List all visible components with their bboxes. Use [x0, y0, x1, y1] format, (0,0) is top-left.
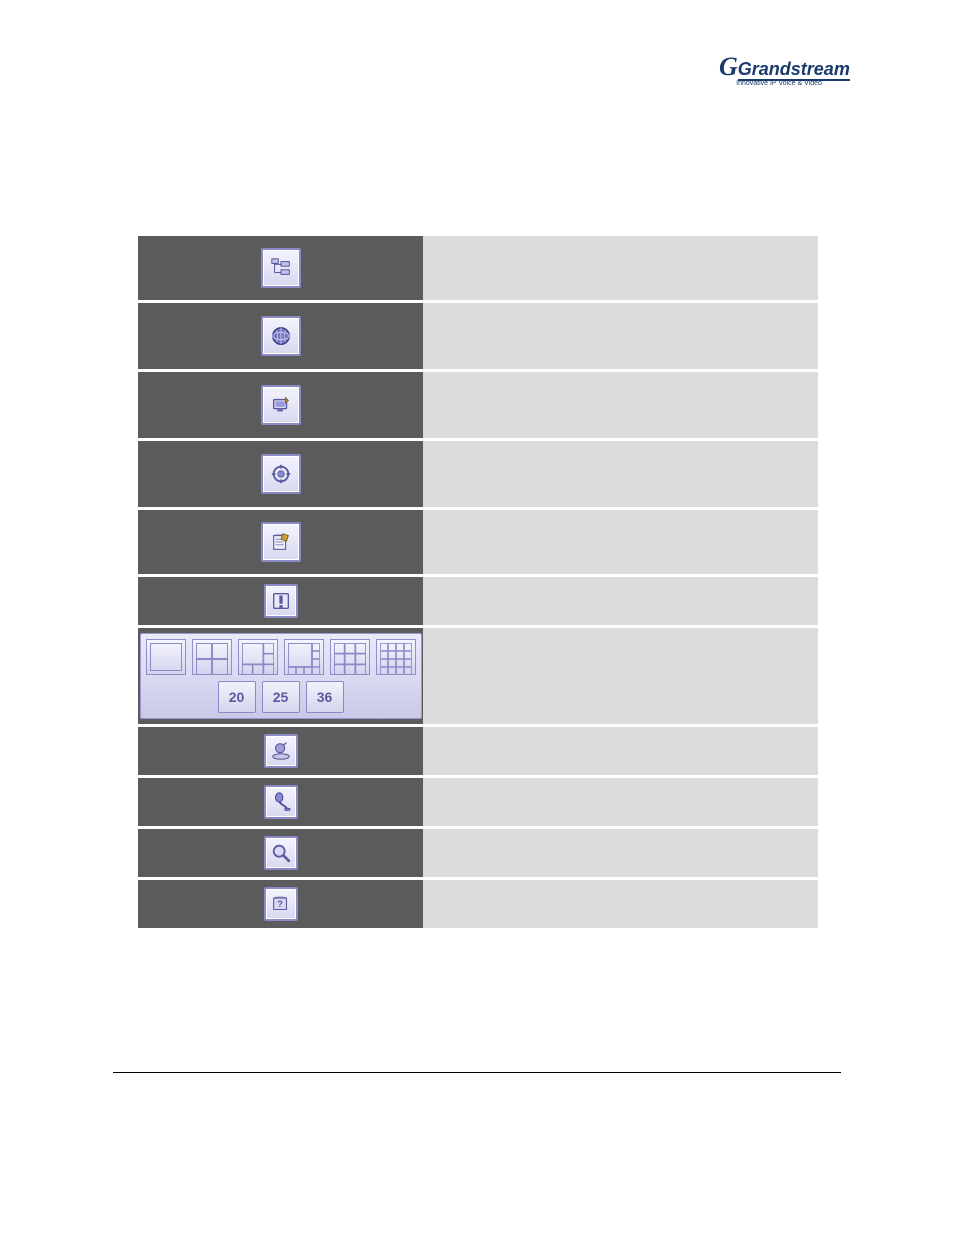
table-row — [138, 778, 818, 826]
globe-icon[interactable] — [261, 316, 301, 356]
layout-25-button[interactable]: 25 — [262, 681, 300, 713]
brand-script: GGrandstream — [719, 55, 839, 78]
desc-cell — [423, 829, 818, 877]
help-icon[interactable]: ? — [264, 887, 298, 921]
layout-6-icon[interactable] — [238, 639, 278, 675]
icon-cell: 20 25 36 — [138, 628, 423, 724]
layout-4-icon[interactable] — [192, 639, 232, 675]
save-to-disk-icon[interactable] — [264, 734, 298, 768]
notepad-icon[interactable] — [261, 522, 301, 562]
table-row — [138, 510, 818, 574]
microphone-icon[interactable] — [264, 785, 298, 819]
icon-cell — [138, 829, 423, 877]
desc-cell — [423, 880, 818, 928]
desc-cell — [423, 727, 818, 775]
icon-cell — [138, 778, 423, 826]
footer-divider — [113, 1072, 841, 1073]
table-row: 20 25 36 — [138, 628, 818, 724]
layout-8-icon[interactable] — [284, 639, 324, 675]
svg-text:?: ? — [277, 899, 283, 909]
table-row: ? — [138, 880, 818, 928]
icon-cell — [138, 372, 423, 438]
brand-logo: GGrandstream Innovative IP Voice & Video — [719, 55, 839, 87]
search-icon[interactable] — [264, 836, 298, 870]
icon-cell — [138, 510, 423, 574]
table-row — [138, 577, 818, 625]
desc-cell — [423, 303, 818, 369]
table-row — [138, 829, 818, 877]
icon-cell — [138, 727, 423, 775]
icons-table: 20 25 36 — [138, 236, 818, 931]
desc-cell — [423, 778, 818, 826]
icon-cell — [138, 577, 423, 625]
layout-36-button[interactable]: 36 — [306, 681, 344, 713]
layout-20-button[interactable]: 20 — [218, 681, 256, 713]
alert-icon[interactable] — [264, 584, 298, 618]
icon-cell: ? — [138, 880, 423, 928]
layout-group: 20 25 36 — [140, 633, 422, 719]
desc-cell — [423, 236, 818, 300]
desc-cell — [423, 577, 818, 625]
table-row — [138, 441, 818, 507]
table-row — [138, 372, 818, 438]
target-icon[interactable] — [261, 454, 301, 494]
table-row — [138, 236, 818, 300]
brand-tagline: Innovative IP Voice & Video — [719, 80, 839, 87]
layout-16-icon[interactable] — [376, 639, 416, 675]
desc-cell — [423, 372, 818, 438]
icon-cell — [138, 441, 423, 507]
desc-cell — [423, 441, 818, 507]
table-row — [138, 303, 818, 369]
tree-view-icon[interactable] — [261, 248, 301, 288]
icon-cell — [138, 303, 423, 369]
table-row — [138, 727, 818, 775]
device-icon[interactable] — [261, 385, 301, 425]
layout-1-icon[interactable] — [146, 639, 186, 675]
icon-cell — [138, 236, 423, 300]
desc-cell — [423, 628, 818, 724]
desc-cell — [423, 510, 818, 574]
layout-9-icon[interactable] — [330, 639, 370, 675]
